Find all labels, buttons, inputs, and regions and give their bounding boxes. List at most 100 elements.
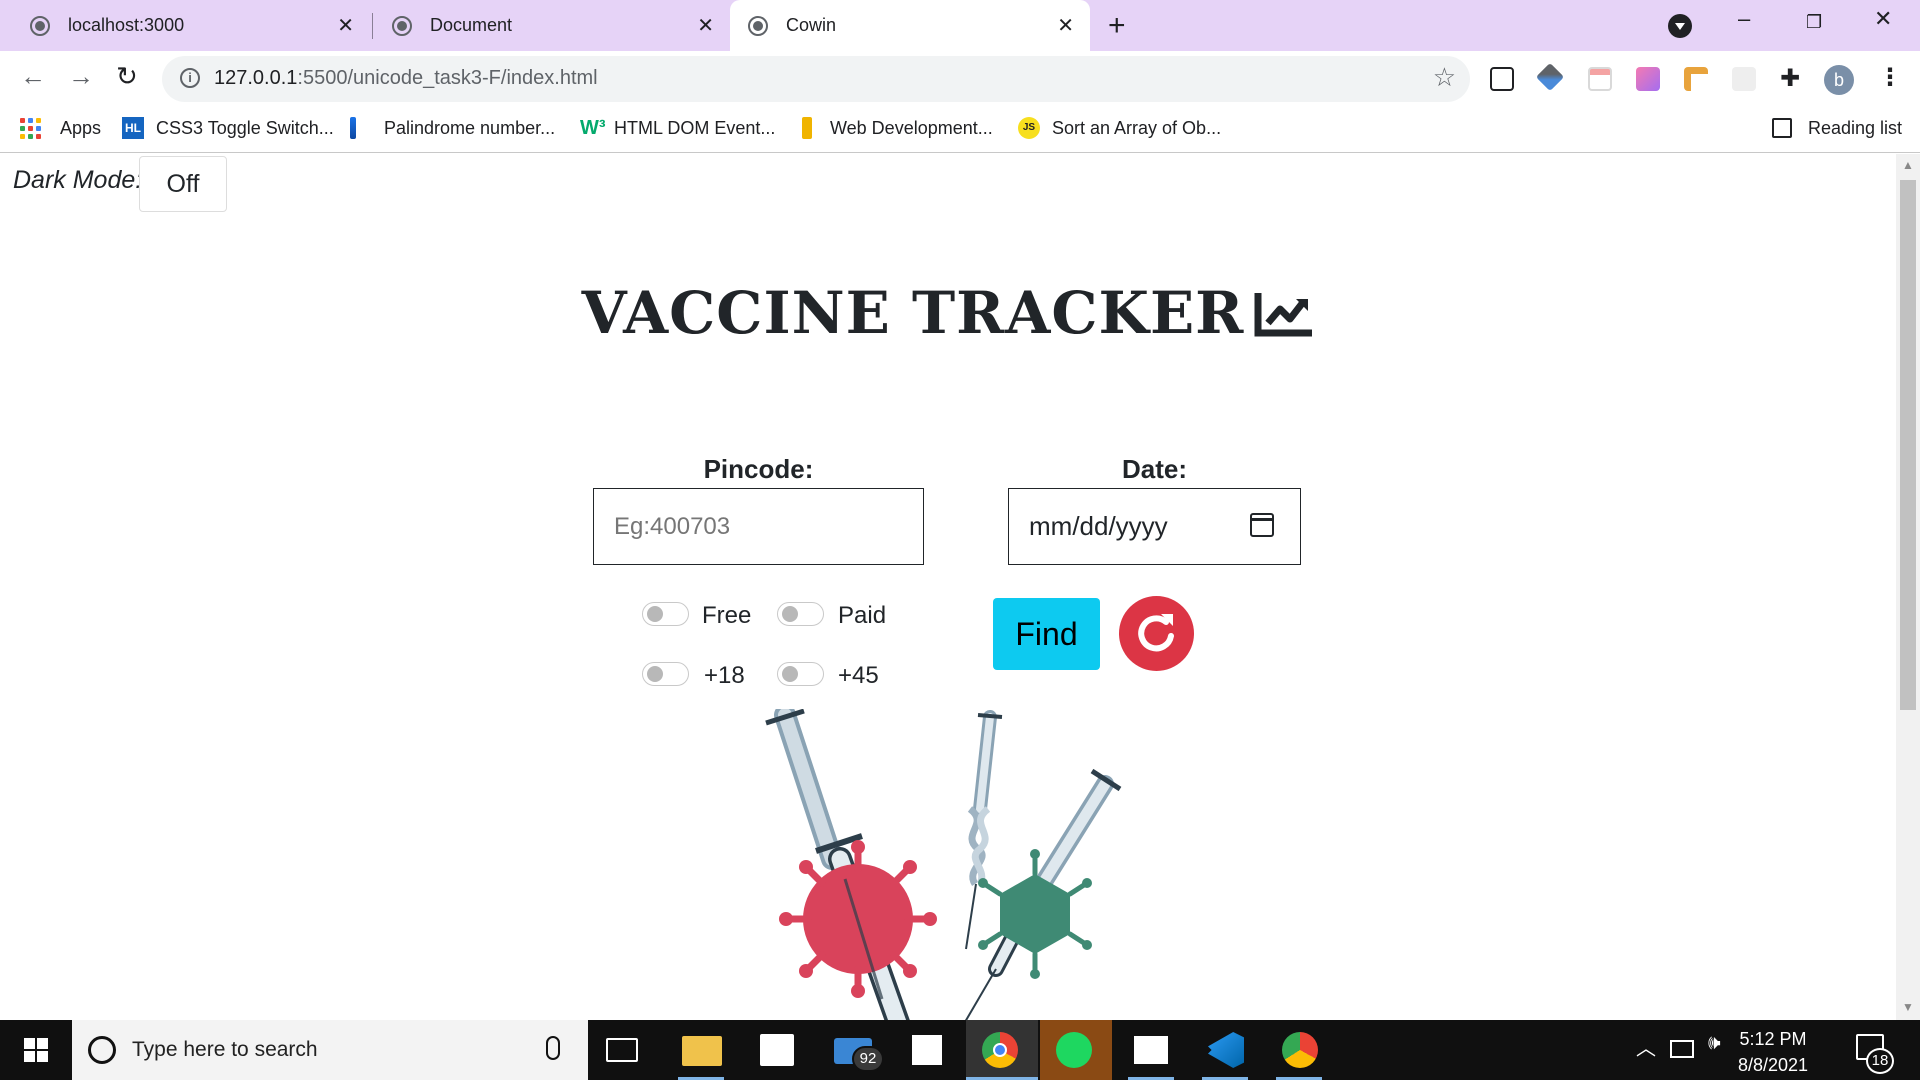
syringe-large-icon [765, 709, 910, 1020]
close-tab-icon[interactable]: ✕ [1057, 13, 1074, 38]
tab-title: localhost:3000 [68, 15, 185, 35]
address-bar[interactable]: i 127.0.0.1:5500/unicode_task3-F/index.h… [162, 56, 1470, 102]
age-45-toggle[interactable] [777, 662, 824, 686]
chrome-menu-icon[interactable]: ⋮ [1878, 63, 1902, 92]
file-explorer-icon[interactable] [682, 1036, 722, 1066]
globe-icon [392, 15, 412, 36]
extension-screenshot-icon[interactable] [1490, 67, 1514, 91]
syringe-dna-icon [965, 710, 1003, 950]
extension-blank-icon[interactable] [1732, 67, 1756, 91]
free-label: Free [702, 602, 752, 629]
pincode-label: Pincode: [703, 454, 814, 484]
chrome-taskbar-active[interactable] [966, 1020, 1038, 1080]
globe-icon [748, 15, 768, 36]
windows-taskbar: Type here to search 92 ︿ 🕪 5:12 PM 8/8/2… [0, 1020, 1920, 1080]
browser-toolbar: ← → ↻ i 127.0.0.1:5500/unicode_task3-F/i… [0, 51, 1920, 105]
notifications-badge: 18 [1866, 1048, 1894, 1074]
date-label: Date: [1121, 454, 1187, 484]
tab-document[interactable]: Document ✕ [374, 0, 730, 51]
sticky-notes-icon[interactable] [912, 1035, 942, 1065]
scrollbar-thumb[interactable] [1900, 180, 1916, 710]
scroll-up-icon[interactable]: ▲ [1902, 158, 1914, 172]
restore-button[interactable]: ❐ [1806, 12, 1822, 33]
tab-localhost[interactable]: localhost:3000 ✕ [0, 0, 370, 51]
pincode-input[interactable]: Eg:400703 [593, 488, 924, 565]
hl-icon: HL [122, 117, 144, 139]
toggle-knob [647, 606, 663, 622]
store-icon[interactable] [760, 1034, 794, 1066]
free-toggle[interactable] [642, 602, 689, 626]
bookmarks-bar: Apps HL CSS3 Toggle Switch... Palindrome… [0, 105, 1920, 153]
close-tab-icon[interactable]: ✕ [697, 13, 714, 38]
reload-button[interactable]: ↻ [116, 61, 138, 92]
age-18-label: +18 [704, 662, 745, 689]
windows-start-icon[interactable] [24, 1038, 48, 1062]
page-scrollbar[interactable]: ▲ ▼ [1896, 154, 1920, 1020]
spotify-taskbar[interactable] [1040, 1020, 1112, 1080]
virus-red-icon [779, 840, 937, 1000]
close-tab-icon[interactable]: ✕ [337, 13, 354, 38]
bookmark-sort-array[interactable]: JS Sort an Array of Ob... [1018, 115, 1221, 141]
toggle-knob [782, 666, 798, 682]
extensions-puzzle-icon[interactable]: ✚ [1780, 67, 1804, 91]
clock-date: 8/8/2021 [1738, 1055, 1809, 1075]
tab-title: Document [430, 15, 513, 35]
find-button[interactable]: Find [993, 598, 1100, 670]
forward-button[interactable]: → [68, 61, 94, 92]
close-window-button[interactable]: ✕ [1874, 6, 1892, 32]
age-18-toggle[interactable] [642, 662, 689, 686]
network-icon[interactable] [1670, 1040, 1694, 1058]
clock[interactable]: 5:12 PM 8/8/2021 [1738, 1026, 1808, 1078]
task-view-icon[interactable] [606, 1038, 638, 1062]
back-button[interactable]: ← [20, 61, 46, 92]
bookmark-star-icon[interactable]: ☆ [1433, 62, 1456, 93]
extension-eyedropper-icon[interactable] [1535, 62, 1565, 92]
tab-title: Cowin [786, 15, 837, 35]
bookmark-css3-toggle[interactable]: HL CSS3 Toggle Switch... [122, 115, 334, 141]
scroll-down-icon[interactable]: ▼ [1902, 1000, 1914, 1014]
chart-line-icon [1254, 293, 1313, 337]
bookmark-icon [802, 117, 812, 139]
bookmark-palindrome[interactable]: Palindrome number... [350, 115, 555, 141]
chrome-profile-icon[interactable] [1282, 1032, 1318, 1068]
volume-icon[interactable]: 🕪 [1708, 1032, 1721, 1055]
cortana-icon[interactable] [88, 1036, 116, 1064]
globe-icon [30, 15, 50, 36]
photos-icon[interactable] [1134, 1036, 1168, 1064]
reading-list-icon [1772, 118, 1792, 138]
date-input[interactable]: mm/dd/yyyy [1008, 488, 1301, 565]
extension-gradient-icon[interactable] [1636, 67, 1660, 91]
paid-toggle[interactable] [777, 602, 824, 626]
apps-grid-icon [20, 117, 42, 139]
minimize-button[interactable]: – [1738, 6, 1750, 32]
tray-chevron-icon[interactable]: ︿ [1636, 1032, 1656, 1061]
extension-notes-icon[interactable] [1588, 67, 1612, 91]
tab-search-icon[interactable] [1668, 14, 1692, 38]
chrome-center [993, 1043, 1007, 1057]
url-text[interactable]: 127.0.0.1:5500/unicode_task3-F/index.htm… [214, 67, 598, 90]
redo-icon [1138, 614, 1174, 652]
extension-ruler-icon[interactable] [1684, 67, 1708, 91]
web-page: Dark Mode: Off VACCINE TRACKER Pincode: … [0, 154, 1896, 1020]
bookmark-web-dev[interactable]: Web Development... [802, 115, 993, 141]
paid-label: Paid [838, 602, 887, 629]
clock-time: 5:12 PM [1739, 1029, 1807, 1049]
vscode-icon[interactable] [1208, 1032, 1244, 1068]
dark-mode-toggle-button[interactable]: Off [139, 156, 227, 212]
new-tab-button[interactable]: + [1108, 9, 1126, 43]
profile-avatar[interactable]: b [1824, 65, 1854, 95]
bookmark-html-dom[interactable]: W³ HTML DOM Event... [580, 115, 775, 141]
taskbar-search[interactable]: Type here to search [72, 1020, 588, 1080]
vaccine-illustration [765, 709, 1122, 1020]
tab-cowin[interactable]: Cowin ✕ [730, 0, 1090, 51]
reset-button[interactable] [1119, 596, 1194, 671]
microphone-icon[interactable] [546, 1036, 560, 1060]
reading-list[interactable]: Reading list [1772, 115, 1902, 141]
toggle-knob [782, 606, 798, 622]
bookmark-icon [350, 117, 356, 139]
calendar-icon[interactable] [1250, 513, 1274, 537]
page-title: VACCINE TRACKER [0, 279, 1896, 347]
bookmark-apps[interactable]: Apps [20, 115, 101, 141]
site-info-icon[interactable]: i [180, 68, 200, 88]
toggle-knob [647, 666, 663, 682]
